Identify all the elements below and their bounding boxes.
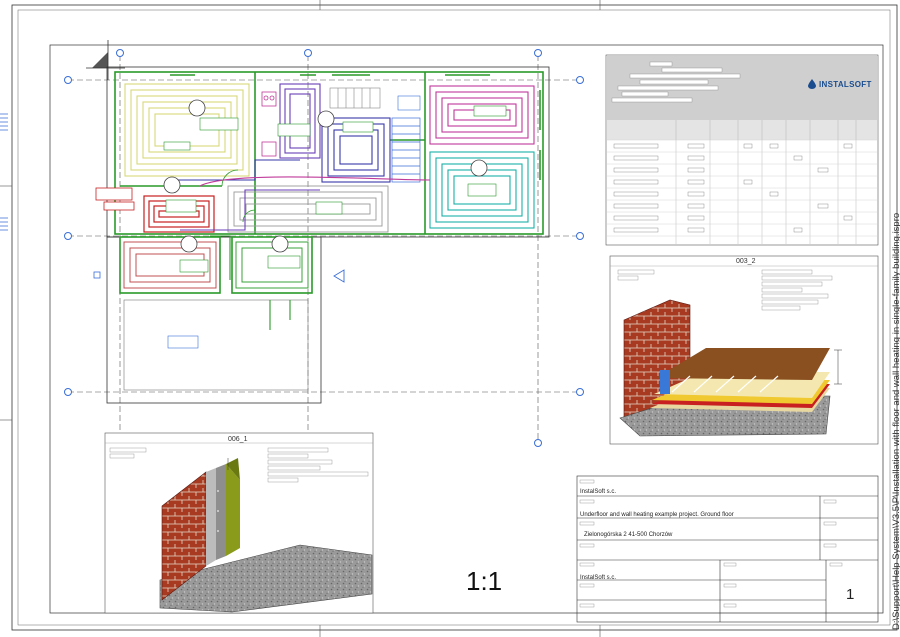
title-block xyxy=(576,475,879,623)
heating-zone-purple xyxy=(279,83,321,159)
sheet-number: 1 xyxy=(846,586,855,603)
title-block-company-bottom: InstalSoft s.c. xyxy=(580,575,617,581)
detail-wall-section xyxy=(104,432,374,614)
floor-plan xyxy=(93,66,550,404)
file-path: D:\Support\Help System\V3.5\P\Installati… xyxy=(891,212,900,630)
instalsoft-logo: INSTALSOFT xyxy=(808,79,872,89)
title-block-project: Underfloor and wall heating example proj… xyxy=(580,512,734,518)
logo-text: INSTALSOFT xyxy=(819,79,872,89)
drawing-scale: 1:1 xyxy=(466,566,503,596)
detail-label-wall: 006_1 xyxy=(228,436,248,443)
staircase xyxy=(391,117,421,183)
section-marker-icon xyxy=(333,269,345,283)
drawing-sheet xyxy=(0,0,898,637)
left-edge-markers xyxy=(0,113,8,231)
detail-label-floor: 003_2 xyxy=(736,258,756,265)
zone-labels xyxy=(163,105,507,349)
title-block-company-top: InstalSoft s.c. xyxy=(580,489,617,495)
north-arrow-icon xyxy=(86,40,125,80)
detail-floor-section xyxy=(609,255,879,445)
title-block-address: Zielonogórska 2 41-500 Chorzów xyxy=(584,532,673,538)
water-drop-icon xyxy=(808,79,816,89)
